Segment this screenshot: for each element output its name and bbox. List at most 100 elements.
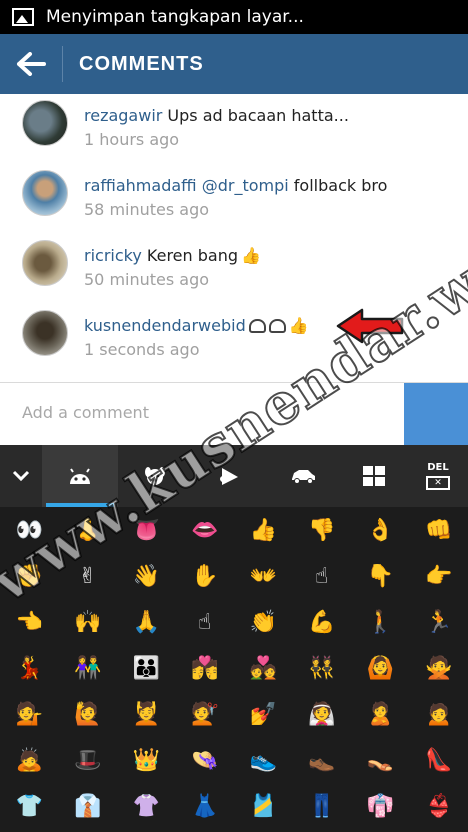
emoji-key[interactable]: 🙇 — [0, 737, 59, 783]
emoji-key[interactable]: 👠 — [410, 737, 468, 783]
bell-icon — [220, 468, 238, 485]
emoji-key[interactable]: 🙍 — [410, 691, 468, 737]
emoji-key[interactable]: 👋 — [117, 553, 176, 599]
android-icon — [268, 319, 286, 333]
page-title: COMMENTS — [79, 52, 204, 75]
symbols-icon — [363, 466, 385, 486]
comment-text: Ups ad bacaan hatta... — [162, 106, 349, 125]
emoji-key[interactable]: 👞 — [293, 737, 352, 783]
emoji-key[interactable]: 👡 — [351, 737, 410, 783]
emoji-key[interactable]: 👪 — [117, 645, 176, 691]
emoji-keyboard: DEL ✕ 👀 👃 👅 👄 👍 👎 👌 👊 ✊ ✌ 👋 ✋ 👐 ☝ 👇 👉 👈 🙌 🙏 ☝ 👏 💪 🚶 🏃 💃 👫 👪 💏 💑 👯 🙆 🙅 💁 🙋… — [0, 445, 468, 832]
comment-username[interactable]: rezagawir — [84, 106, 162, 125]
emoji-key[interactable]: 👯 — [293, 645, 352, 691]
screenshot-icon — [12, 8, 34, 26]
avatar[interactable] — [22, 100, 68, 146]
emoji-key[interactable]: 👔 — [59, 783, 118, 829]
tab-places[interactable] — [266, 445, 340, 507]
emoji-key[interactable]: ☝ — [293, 553, 352, 599]
emoji-key[interactable]: 👍 — [234, 507, 293, 553]
emoji-key[interactable]: 💪 — [293, 599, 352, 645]
emoji-key[interactable]: 👑 — [117, 737, 176, 783]
avatar[interactable] — [22, 170, 68, 216]
emoji-key[interactable]: 👏 — [234, 599, 293, 645]
emoji-key[interactable]: 💆 — [117, 691, 176, 737]
emoji-key[interactable]: 👚 — [117, 783, 176, 829]
comment-timestamp: 1 seconds ago — [84, 340, 200, 359]
list-item[interactable]: ricricky Keren bang 👍 50 minutes ago — [0, 234, 468, 304]
emoji-key[interactable]: 👰 — [293, 691, 352, 737]
emoji-key[interactable]: 👈 — [0, 599, 59, 645]
emoji-key[interactable]: 💑 — [234, 645, 293, 691]
thumbs-up-icon: 👍 — [288, 316, 309, 335]
tab-symbols[interactable] — [340, 445, 408, 507]
emoji-key[interactable]: 🙌 — [59, 599, 118, 645]
emoji-key[interactable]: 🙆 — [351, 645, 410, 691]
thumbs-up-icon: 👍 — [241, 246, 261, 265]
emoji-key[interactable]: 🙅 — [410, 645, 468, 691]
car-icon — [292, 470, 315, 484]
emoji-key[interactable]: ✊ — [0, 553, 59, 599]
emoji-grid: 👀 👃 👅 👄 👍 👎 👌 👊 ✊ ✌ 👋 ✋ 👐 ☝ 👇 👉 👈 🙌 🙏 ☝ 👏 💪 🚶 🏃 💃 👫 👪 💏 💑 👯 🙆 🙅 💁 🙋 💆 💇 💅 👰 🙎 🙍… — [0, 507, 468, 829]
dog-icon — [145, 467, 165, 485]
emoji-key[interactable]: 👗 — [176, 783, 235, 829]
android-icon — [70, 468, 90, 484]
emoji-key[interactable]: 🙏 — [117, 599, 176, 645]
emoji-key[interactable]: 👫 — [59, 645, 118, 691]
emoji-key[interactable]: 👘 — [351, 783, 410, 829]
emoji-key[interactable]: 👃 — [59, 507, 118, 553]
emoji-key[interactable]: 👉 — [410, 553, 468, 599]
list-item[interactable]: rezagawir Ups ad bacaan hatta... 1 hours… — [0, 94, 468, 164]
send-button[interactable] — [404, 383, 468, 445]
emoji-key[interactable]: 👕 — [0, 783, 59, 829]
action-bar: COMMENTS — [0, 34, 468, 94]
emoji-key[interactable]: 👙 — [410, 783, 468, 829]
emoji-key[interactable]: 💁 — [0, 691, 59, 737]
delete-button[interactable]: DEL ✕ — [408, 445, 468, 507]
delete-label: DEL — [427, 462, 449, 473]
emoji-key[interactable]: 💏 — [176, 645, 235, 691]
comment-username[interactable]: ricricky — [84, 246, 142, 265]
emoji-key[interactable]: 👖 — [293, 783, 352, 829]
emoji-key[interactable]: 👌 — [351, 507, 410, 553]
chevron-down-icon[interactable] — [0, 445, 42, 507]
emoji-key[interactable]: 👊 — [410, 507, 468, 553]
keyboard-tabs: DEL ✕ — [0, 445, 468, 507]
comment-timestamp: 58 minutes ago — [84, 200, 210, 219]
emoji-key[interactable]: 🚶 — [351, 599, 410, 645]
red-arrow-icon — [336, 308, 404, 344]
emoji-key[interactable]: 👎 — [293, 507, 352, 553]
back-arrow-icon[interactable] — [0, 34, 62, 94]
avatar[interactable] — [22, 240, 68, 286]
emoji-key[interactable]: 🏃 — [410, 599, 468, 645]
tab-animals[interactable] — [118, 445, 192, 507]
emoji-key[interactable]: 💃 — [0, 645, 59, 691]
tab-android[interactable] — [42, 445, 118, 507]
emoji-key[interactable]: ☝ — [176, 599, 235, 645]
emoji-key[interactable]: 🎽 — [234, 783, 293, 829]
emoji-key[interactable]: 👇 — [351, 553, 410, 599]
emoji-key[interactable]: 💅 — [234, 691, 293, 737]
emoji-key[interactable]: 👄 — [176, 507, 235, 553]
emoji-key[interactable]: ✌ — [59, 553, 118, 599]
comment-username[interactable]: kusnendendarwebid — [84, 316, 246, 335]
list-item[interactable]: raffiahmadaffi @dr_tompi follback bro 58… — [0, 164, 468, 234]
emoji-key[interactable]: 👐 — [234, 553, 293, 599]
backspace-icon: ✕ — [426, 476, 450, 490]
comment-mention[interactable]: @dr_tompi — [197, 176, 289, 195]
emoji-key[interactable]: 👒 — [176, 737, 235, 783]
emoji-key[interactable]: 👟 — [234, 737, 293, 783]
comment-input[interactable] — [22, 403, 392, 422]
status-notification: Menyimpan tangkapan layar... — [46, 7, 304, 27]
emoji-key[interactable]: 👀 — [0, 507, 59, 553]
avatar[interactable] — [22, 310, 68, 356]
emoji-key[interactable]: 🙎 — [351, 691, 410, 737]
emoji-key[interactable]: 💇 — [176, 691, 235, 737]
emoji-key[interactable]: 🙋 — [59, 691, 118, 737]
comment-text: follback bro — [288, 176, 388, 195]
emoji-key[interactable]: 🎩 — [59, 737, 118, 783]
comment-username[interactable]: raffiahmadaffi — [84, 176, 197, 195]
tab-objects[interactable] — [192, 445, 266, 507]
emoji-key[interactable]: ✋ — [176, 553, 235, 599]
emoji-key[interactable]: 👅 — [117, 507, 176, 553]
